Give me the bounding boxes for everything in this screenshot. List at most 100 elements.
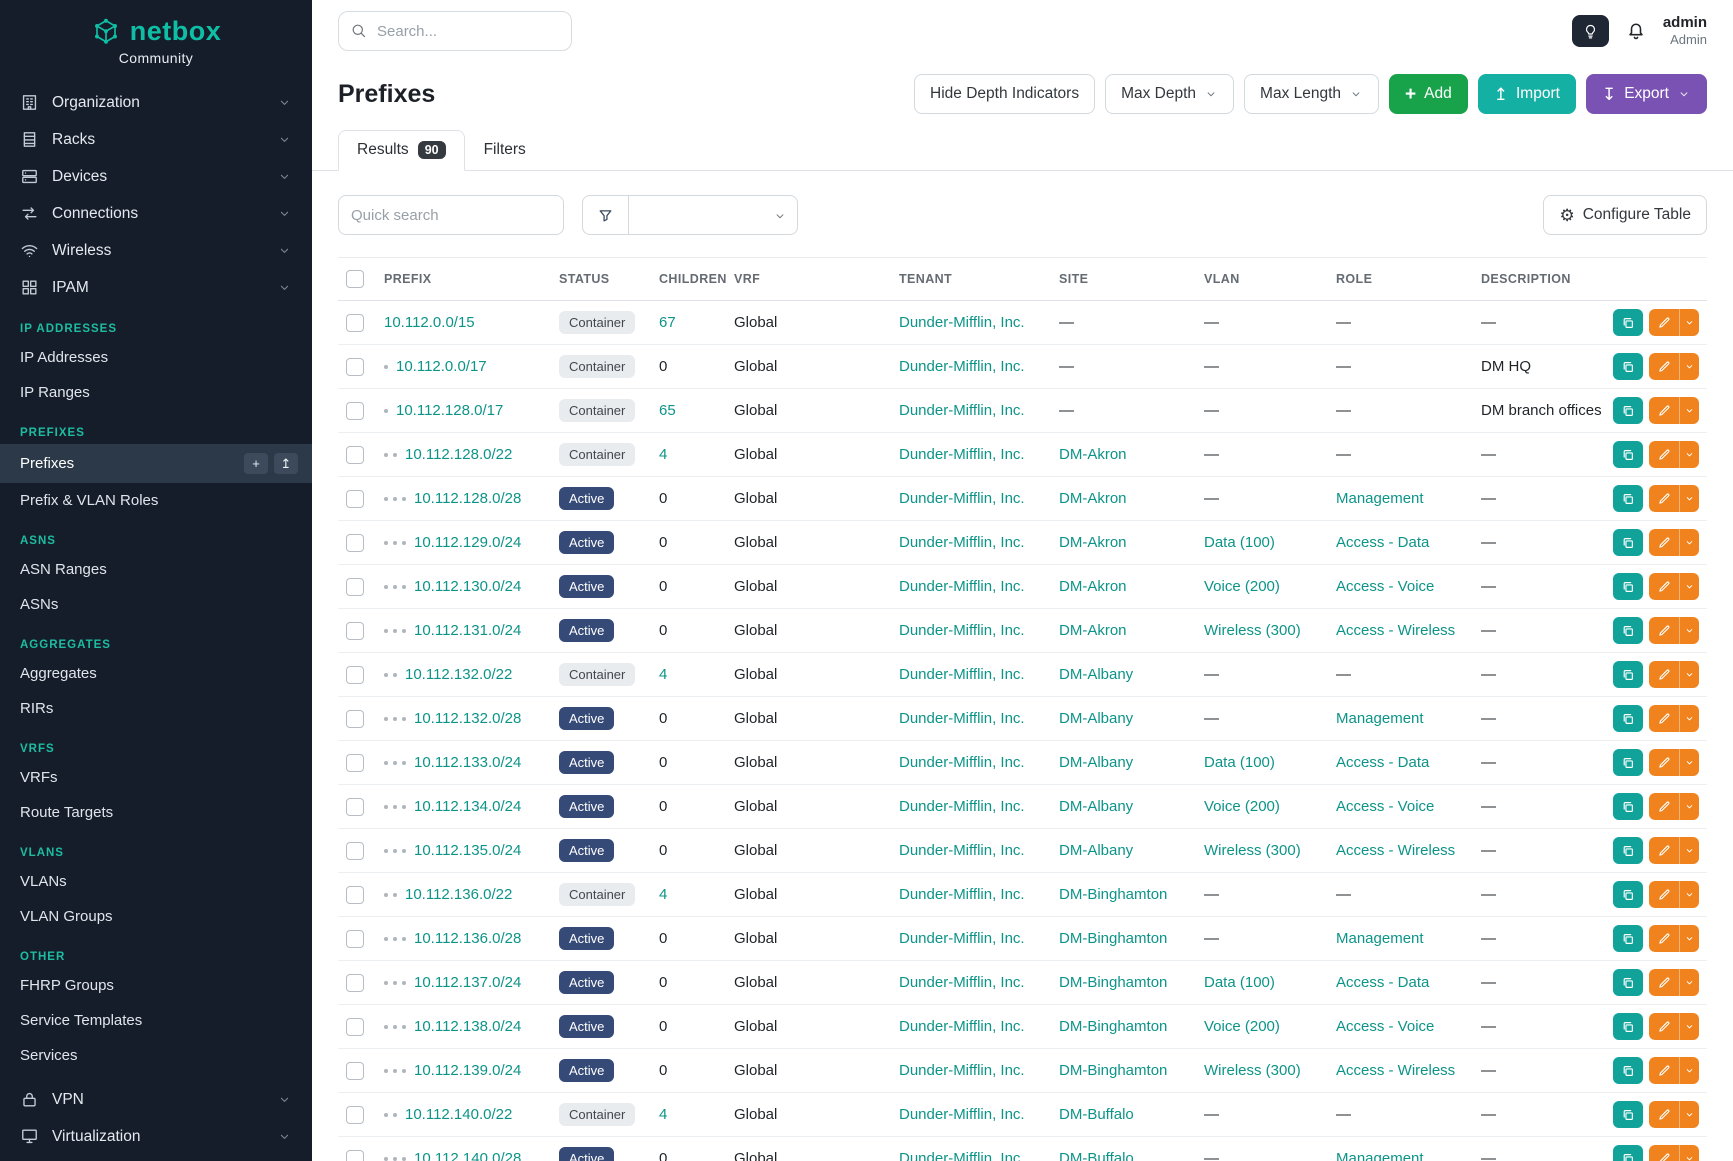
edit-dropdown-button[interactable] <box>1679 353 1699 380</box>
column-header-tenant[interactable]: TENANT <box>891 258 1051 301</box>
brand[interactable]: netbox Community <box>0 0 312 70</box>
sidebar-group-racks[interactable]: Racks <box>0 121 312 158</box>
tenant-link[interactable]: Dunder-Mifflin, Inc. <box>899 314 1025 331</box>
role-link[interactable]: Access - Voice <box>1336 798 1434 815</box>
prefix-link[interactable]: 10.112.136.0/28 <box>414 930 521 947</box>
site-link[interactable]: DM-Binghamton <box>1059 886 1167 903</box>
vlan-link[interactable]: Wireless (300) <box>1204 1062 1301 1079</box>
row-checkbox[interactable] <box>346 666 364 684</box>
role-link[interactable]: Management <box>1336 930 1424 947</box>
tenant-link[interactable]: Dunder-Mifflin, Inc. <box>899 622 1025 639</box>
sidebar-group-connections[interactable]: Connections <box>0 195 312 232</box>
row-checkbox[interactable] <box>346 578 364 596</box>
copy-button[interactable] <box>1613 573 1643 600</box>
edit-button[interactable] <box>1649 529 1679 556</box>
children-link[interactable]: 65 <box>659 402 676 419</box>
sidebar-group-devices[interactable]: Devices <box>0 158 312 195</box>
copy-button[interactable] <box>1613 749 1643 776</box>
filter-button[interactable] <box>582 195 628 235</box>
prefix-link[interactable]: 10.112.128.0/22 <box>405 446 512 463</box>
site-link[interactable]: DM-Buffalo <box>1059 1150 1134 1161</box>
sidebar-group-wireless[interactable]: Wireless <box>0 232 312 269</box>
import-button[interactable]: ↥Import <box>1478 74 1576 114</box>
edit-dropdown-button[interactable] <box>1679 397 1699 424</box>
prefix-link[interactable]: 10.112.0.0/17 <box>396 358 487 375</box>
edit-button[interactable] <box>1649 485 1679 512</box>
theme-toggle-button[interactable] <box>1572 15 1609 47</box>
vlan-link[interactable]: Voice (200) <box>1204 798 1280 815</box>
search-input[interactable] <box>338 11 572 51</box>
role-link[interactable]: Access - Voice <box>1336 578 1434 595</box>
role-link[interactable]: Access - Data <box>1336 534 1429 551</box>
site-link[interactable]: DM-Binghamton <box>1059 930 1167 947</box>
edit-dropdown-button[interactable] <box>1679 441 1699 468</box>
children-link[interactable]: 67 <box>659 314 676 331</box>
edit-dropdown-button[interactable] <box>1679 573 1699 600</box>
sidebar-group-circuits[interactable]: Circuits <box>0 1155 312 1161</box>
children-link[interactable]: 4 <box>659 446 667 463</box>
tenant-link[interactable]: Dunder-Mifflin, Inc. <box>899 490 1025 507</box>
sidebar-item-asn-ranges[interactable]: ASN Ranges <box>0 552 312 587</box>
edit-button[interactable] <box>1649 1013 1679 1040</box>
site-link[interactable]: DM-Akron <box>1059 446 1127 463</box>
copy-button[interactable] <box>1613 837 1643 864</box>
tenant-link[interactable]: Dunder-Mifflin, Inc. <box>899 1062 1025 1079</box>
edit-dropdown-button[interactable] <box>1679 925 1699 952</box>
edit-dropdown-button[interactable] <box>1679 529 1699 556</box>
children-link[interactable]: 4 <box>659 886 667 903</box>
site-link[interactable]: DM-Albany <box>1059 842 1133 859</box>
vlan-link[interactable]: Wireless (300) <box>1204 622 1301 639</box>
edit-button[interactable] <box>1649 1145 1679 1161</box>
select-all-checkbox[interactable] <box>346 270 364 288</box>
prefix-link[interactable]: 10.112.133.0/24 <box>414 754 521 771</box>
copy-button[interactable] <box>1613 529 1643 556</box>
row-checkbox[interactable] <box>346 314 364 332</box>
role-link[interactable]: Management <box>1336 490 1424 507</box>
row-checkbox[interactable] <box>346 1106 364 1124</box>
site-link[interactable]: DM-Binghamton <box>1059 1018 1167 1035</box>
copy-button[interactable] <box>1613 353 1643 380</box>
edit-button[interactable] <box>1649 881 1679 908</box>
copy-button[interactable] <box>1613 617 1643 644</box>
row-checkbox[interactable] <box>346 842 364 860</box>
edit-button[interactable] <box>1649 969 1679 996</box>
copy-button[interactable] <box>1613 1145 1643 1161</box>
quick-add-button[interactable]: + <box>244 453 268 474</box>
row-checkbox[interactable] <box>346 534 364 552</box>
edit-dropdown-button[interactable] <box>1679 837 1699 864</box>
quick-import-button[interactable]: ↥ <box>274 453 298 474</box>
prefix-link[interactable]: 10.112.132.0/28 <box>414 710 521 727</box>
sidebar-item-services[interactable]: Services <box>0 1038 312 1073</box>
export-dropdown-button[interactable]: ↧Export <box>1586 74 1707 114</box>
row-checkbox[interactable] <box>346 754 364 772</box>
column-header-status[interactable]: STATUS <box>551 258 651 301</box>
tenant-link[interactable]: Dunder-Mifflin, Inc. <box>899 578 1025 595</box>
tenant-link[interactable]: Dunder-Mifflin, Inc. <box>899 798 1025 815</box>
sidebar-item-fhrp-groups[interactable]: FHRP Groups <box>0 968 312 1003</box>
tab-filters[interactable]: Filters <box>465 130 545 171</box>
edit-button[interactable] <box>1649 441 1679 468</box>
sidebar-group-virtualization[interactable]: Virtualization <box>0 1118 312 1155</box>
edit-button[interactable] <box>1649 309 1679 336</box>
tenant-link[interactable]: Dunder-Mifflin, Inc. <box>899 402 1025 419</box>
role-link[interactable]: Access - Wireless <box>1336 842 1455 859</box>
edit-button[interactable] <box>1649 353 1679 380</box>
copy-button[interactable] <box>1613 881 1643 908</box>
edit-button[interactable] <box>1649 661 1679 688</box>
prefix-link[interactable]: 10.112.132.0/22 <box>405 666 512 683</box>
site-link[interactable]: DM-Albany <box>1059 666 1133 683</box>
site-link[interactable]: DM-Akron <box>1059 490 1127 507</box>
configure-table-button[interactable]: ⚙Configure Table <box>1543 195 1707 235</box>
prefix-link[interactable]: 10.112.138.0/24 <box>414 1018 521 1035</box>
edit-dropdown-button[interactable] <box>1679 881 1699 908</box>
sidebar-item-prefixes[interactable]: Prefixes + ↥ <box>0 444 312 483</box>
column-header-vrf[interactable]: VRF <box>726 258 891 301</box>
copy-button[interactable] <box>1613 969 1643 996</box>
column-header-vlan[interactable]: VLAN <box>1196 258 1328 301</box>
tenant-link[interactable]: Dunder-Mifflin, Inc. <box>899 666 1025 683</box>
row-checkbox[interactable] <box>346 710 364 728</box>
add-button[interactable]: +Add <box>1389 74 1468 114</box>
tenant-link[interactable]: Dunder-Mifflin, Inc. <box>899 534 1025 551</box>
edit-button[interactable] <box>1649 1057 1679 1084</box>
copy-button[interactable] <box>1613 1013 1643 1040</box>
